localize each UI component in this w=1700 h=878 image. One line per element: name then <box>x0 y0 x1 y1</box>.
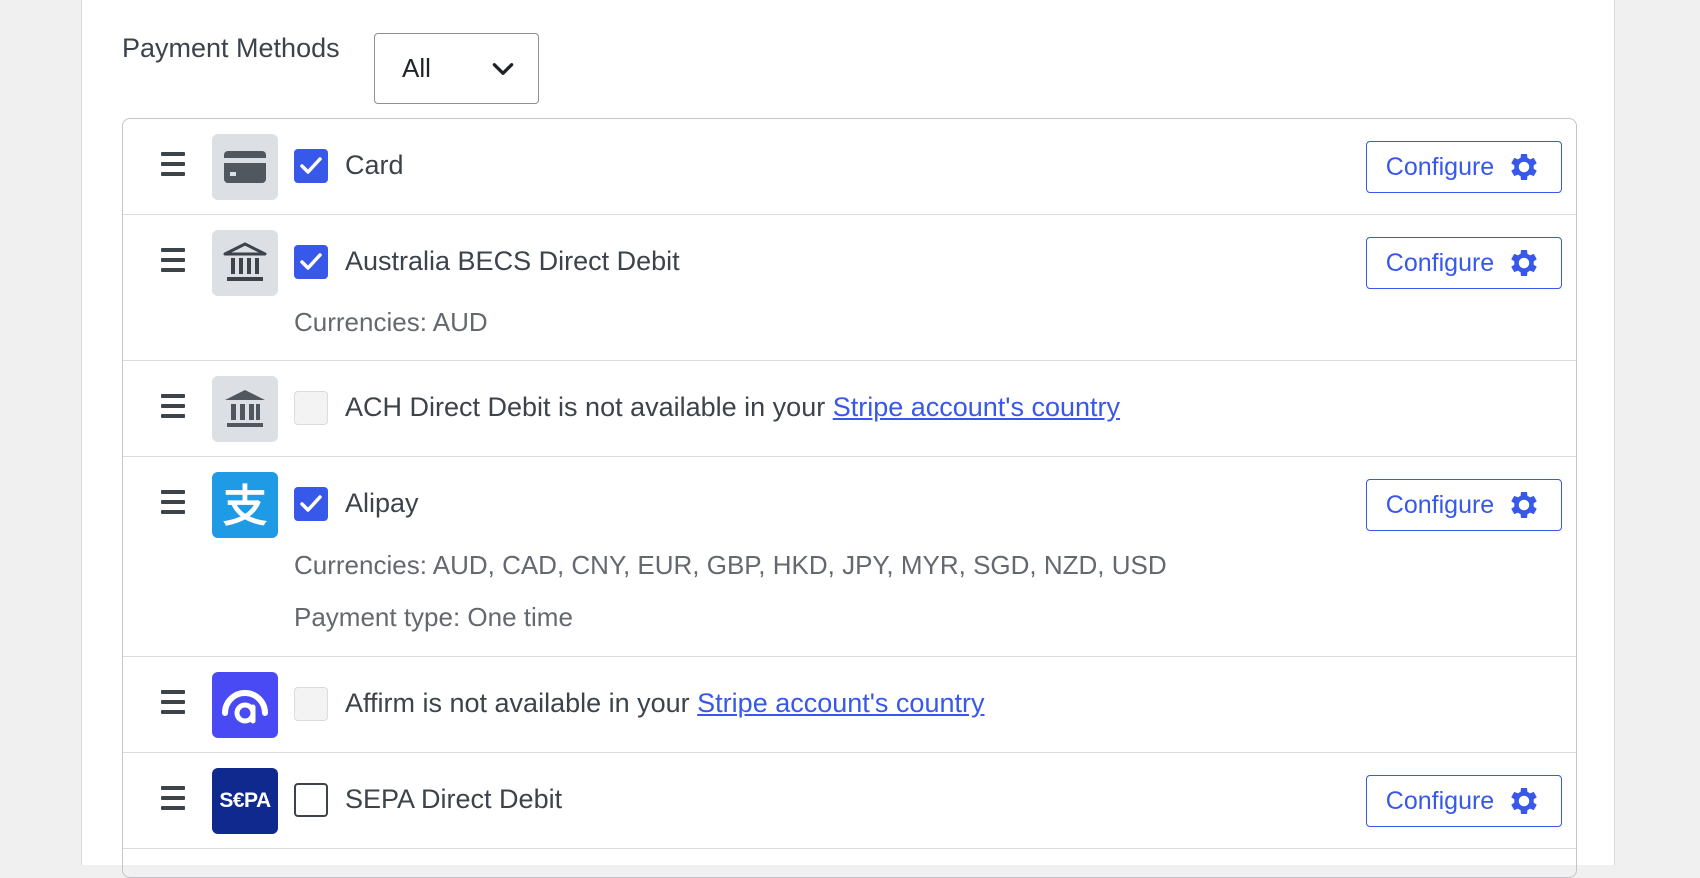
payment-method-name: Affirm is not available in your Stripe a… <box>345 688 984 719</box>
payment-methods-filter-select[interactable]: All <box>374 33 539 104</box>
configure-label: Configure <box>1385 786 1495 815</box>
currencies-text: Currencies: AUD <box>294 307 488 337</box>
gear-icon <box>1511 491 1537 519</box>
gear-icon <box>1511 249 1537 277</box>
gear-icon <box>1511 153 1537 181</box>
drag-handle-icon[interactable] <box>161 690 185 716</box>
filter-selected-value: All <box>402 53 431 83</box>
drag-handle-icon[interactable] <box>161 490 185 516</box>
unavailable-text: ACH Direct Debit is not available in you… <box>345 392 833 422</box>
alipay-icon: 支 <box>212 472 278 538</box>
payment-method-name: Alipay <box>345 488 419 518</box>
sepa-icon: S€PA <box>212 768 278 834</box>
payment-method-name: ACH Direct Debit is not available in you… <box>345 392 1120 423</box>
stripe-country-link[interactable]: Stripe account's country <box>833 392 1120 422</box>
enable-checkbox-alipay[interactable] <box>294 487 328 521</box>
payment-method-row-alipay: 支 Alipay Currencies: AUD, CAD, CNY, EUR,… <box>123 457 1576 657</box>
configure-label: Configure <box>1385 490 1495 519</box>
payment-method-row-ach: ACH Direct Debit is not available in you… <box>123 361 1576 457</box>
gear-icon <box>1511 787 1537 815</box>
stripe-country-link[interactable]: Stripe account's country <box>697 688 984 718</box>
payment-methods-label: Payment Methods <box>122 33 340 63</box>
drag-handle-icon[interactable] <box>161 394 185 420</box>
payment-method-name: Australia BECS Direct Debit <box>345 246 680 276</box>
drag-handle-icon[interactable] <box>161 152 185 178</box>
payment-method-row-affirm: Affirm is not available in your Stripe a… <box>123 657 1576 753</box>
payment-methods-list: Card Configure Australia BECS Direct Deb… <box>122 118 1577 878</box>
payment-method-name: SEPA Direct Debit <box>345 784 563 814</box>
bank-icon <box>212 376 278 442</box>
sepa-logo-text: S€PA <box>219 789 271 812</box>
payment-method-row-sepa: S€PA SEPA Direct Debit Configure <box>123 753 1576 849</box>
payment-method-name: Card <box>345 150 404 180</box>
configure-label: Configure <box>1385 248 1495 277</box>
enable-checkbox-affirm-disabled <box>294 687 328 721</box>
configure-button-sepa[interactable]: Configure <box>1366 775 1562 827</box>
card-icon <box>212 134 278 200</box>
currencies-text: Currencies: AUD, CAD, CNY, EUR, GBP, HKD… <box>294 550 1167 580</box>
enable-checkbox-card[interactable] <box>294 149 328 183</box>
bank-icon <box>212 230 278 296</box>
enable-checkbox-au-becs[interactable] <box>294 245 328 279</box>
unavailable-text: Affirm is not available in your <box>345 688 698 718</box>
drag-handle-icon[interactable] <box>161 786 185 812</box>
payment-method-row-partial <box>123 849 1576 877</box>
configure-button-au-becs[interactable]: Configure <box>1366 237 1562 289</box>
affirm-icon <box>212 672 278 738</box>
payment-method-row-card: Card Configure <box>123 119 1576 215</box>
enable-checkbox-sepa[interactable] <box>294 783 328 817</box>
payment-method-row-au-becs: Australia BECS Direct Debit Currencies: … <box>123 215 1576 361</box>
payment-methods-filter-row: Payment Methods <box>122 33 340 64</box>
enable-checkbox-ach-disabled <box>294 391 328 425</box>
payment-type-text: Payment type: One time <box>294 602 573 632</box>
drag-handle-icon[interactable] <box>161 248 185 274</box>
configure-button-alipay[interactable]: Configure <box>1366 479 1562 531</box>
configure-button-card[interactable]: Configure <box>1366 141 1562 193</box>
svg-text:支: 支 <box>223 481 267 529</box>
chevron-down-icon <box>492 62 514 75</box>
configure-label: Configure <box>1385 152 1495 181</box>
